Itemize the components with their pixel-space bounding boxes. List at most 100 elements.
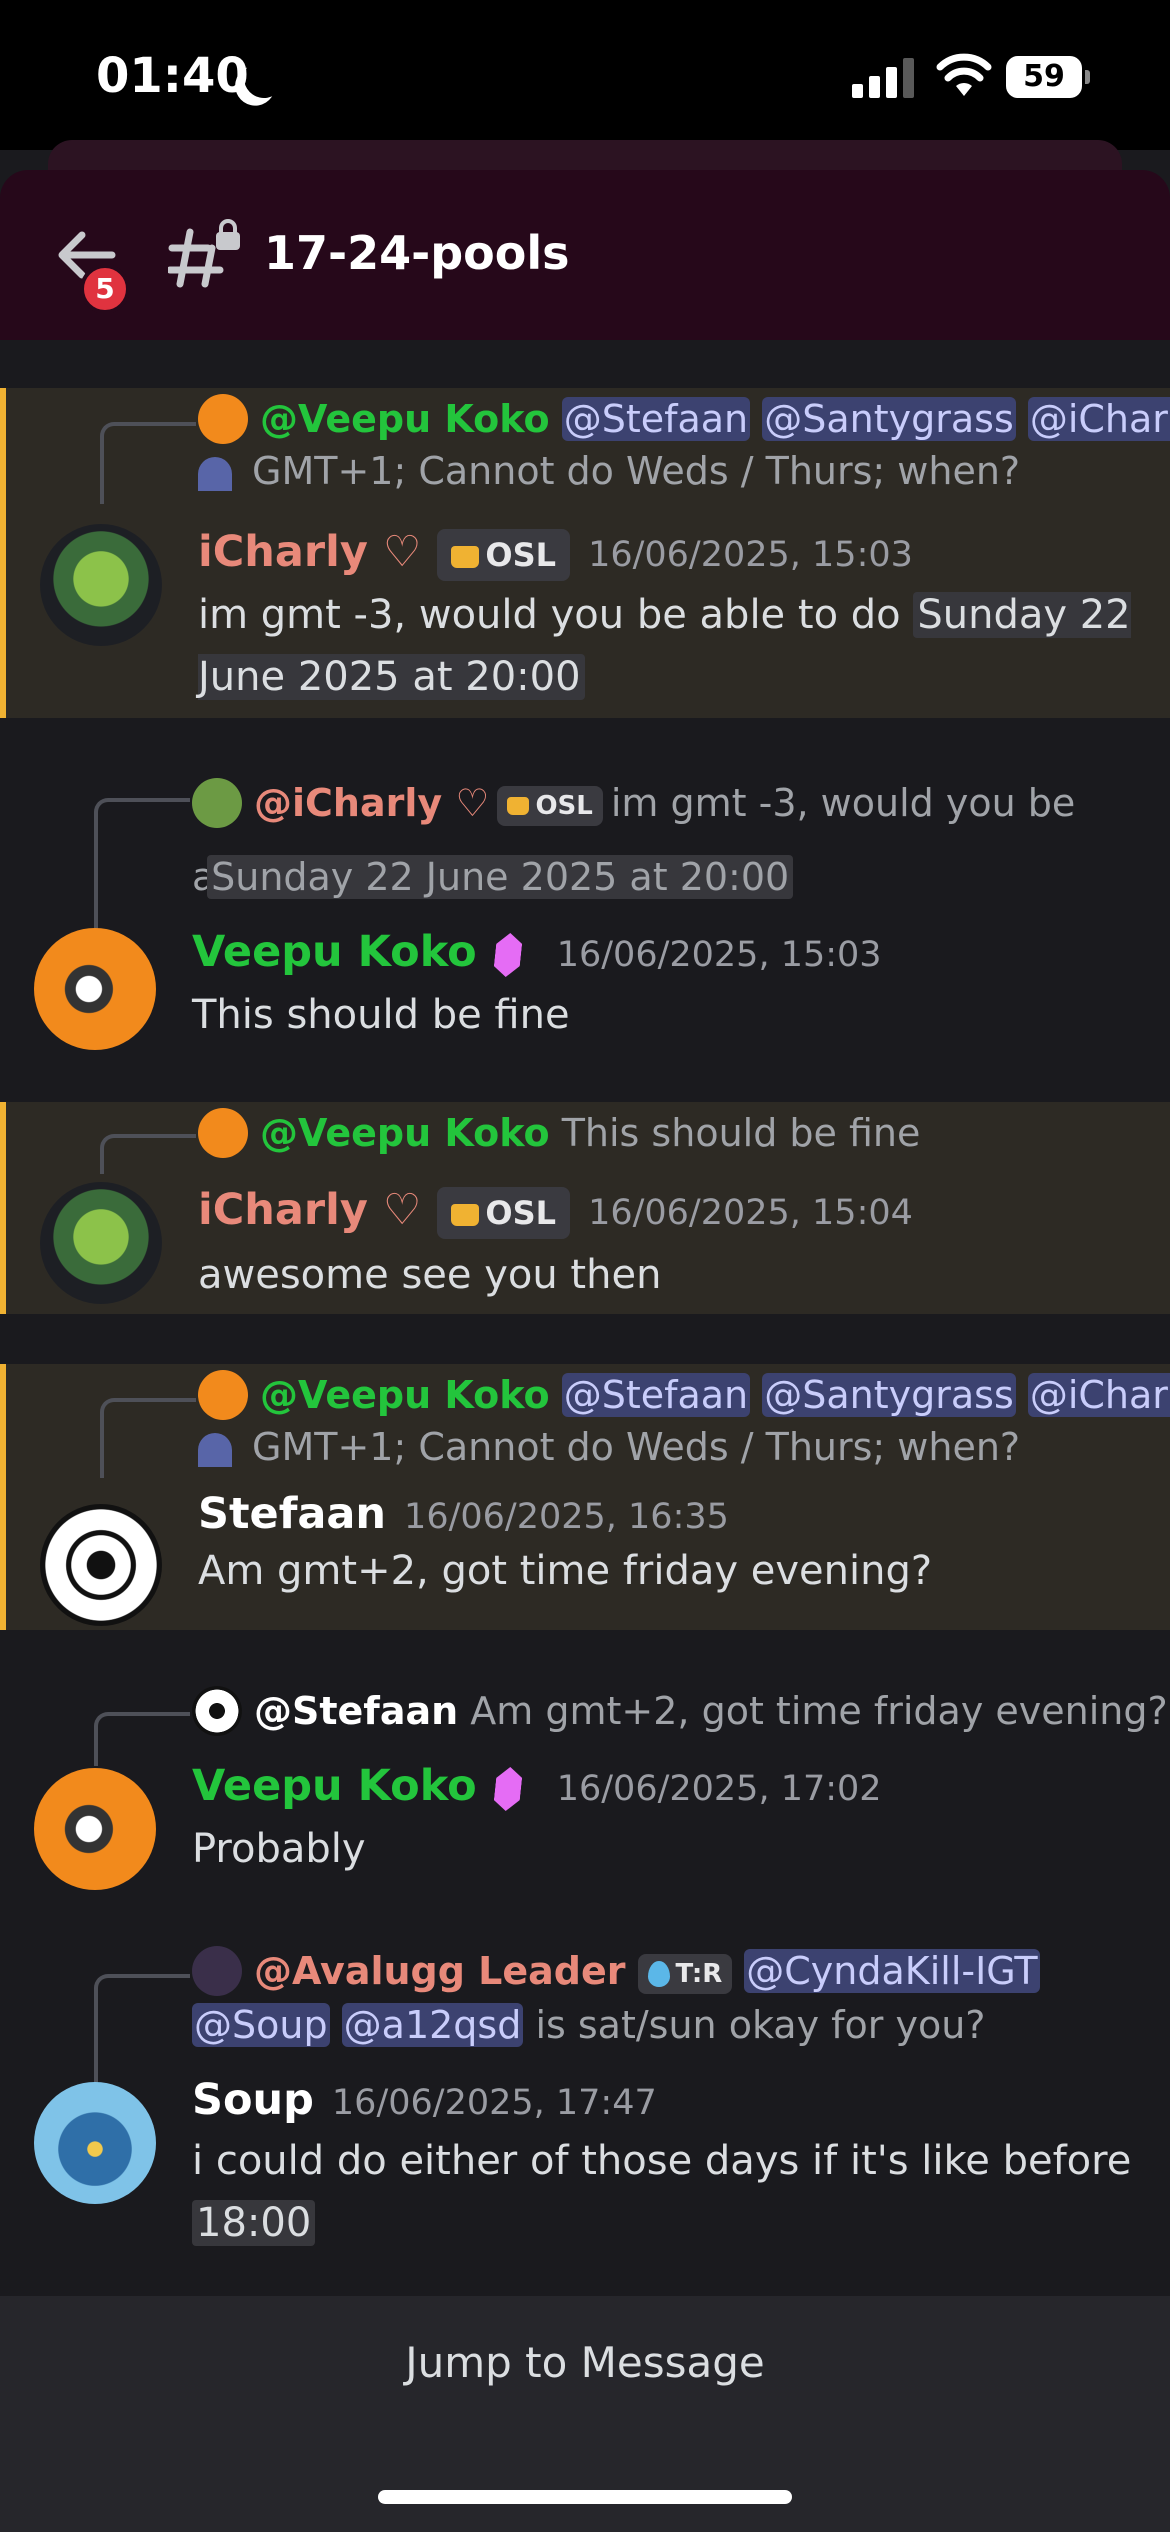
reply-preview[interactable]: @Veepu Koko This should be fine <box>198 1106 1170 1161</box>
reply-connector <box>94 1974 190 2084</box>
message-text-part: im gmt -3, would you be able to do <box>198 592 914 638</box>
mention[interactable]: @iCharly <box>1027 1373 1170 1417</box>
veepu-mini-avatar <box>198 1107 248 1158</box>
reply-preview[interactable]: @iCharly ♡OSLim gmt -3, would you be abl… <box>192 766 1134 914</box>
author-name[interactable]: Veepu Koko <box>192 927 477 977</box>
mention[interactable]: @CyndaKill-IGT <box>744 1949 1040 1993</box>
wifi-icon <box>936 53 992 96</box>
water-drop-icon <box>647 1961 670 1987</box>
channel-name: 17-24-pools <box>264 226 570 280</box>
message-item[interactable]: @Veepu Koko @Stefaan @Santygrass @iCharl… <box>0 388 1170 718</box>
mention[interactable]: @Stefaan <box>561 397 751 441</box>
timestamp: 16/06/2025, 15:04 <box>588 1193 913 1233</box>
private-channel-icon <box>168 219 240 288</box>
reply-preview-line2[interactable]: GMT+1; Cannot do Weds / Thurs; when? <box>198 444 1170 498</box>
tag-label: T:R <box>675 1958 723 1989</box>
reply-preview-line2[interactable]: @Soup @a12qsd is sat/sun okay for you? <box>192 1998 1170 2052</box>
battery-indicator: 59 <box>1006 56 1090 98</box>
message-text: Probably <box>192 1826 366 1872</box>
message-text: i could do either of those days if it's … <box>192 2130 1140 2254</box>
crown-icon <box>507 797 530 815</box>
author-name[interactable]: iCharly ♡ <box>198 527 421 577</box>
soccer-ball-avatar[interactable] <box>40 1504 162 1626</box>
reply-author[interactable]: @Avalugg Leader <box>254 1949 626 1993</box>
timestamp-mention[interactable]: 18:00 <box>192 2200 316 2246</box>
reply-connector <box>100 1398 196 1478</box>
message-author[interactable]: Veepu Koko 16/06/2025, 17:02 <box>192 1756 882 1819</box>
veepu-mini-avatar <box>198 393 248 444</box>
message-item[interactable]: @Avalugg Leader T:R @CyndaKill-IGT @Soup @… <box>0 1944 1170 2284</box>
home-indicator[interactable] <box>378 2490 792 2504</box>
reply-author[interactable]: @Veepu Koko <box>260 1373 550 1417</box>
message-text: awesome see you then <box>198 1252 662 1298</box>
status-time: 01:40 <box>96 48 249 104</box>
reply-preview[interactable]: @Veepu Koko @Stefaan @Santygrass @iCharl… <box>198 1368 1170 1423</box>
reply-author[interactable]: @Veepu Koko <box>260 397 550 441</box>
server-tag: T:R <box>637 1953 733 1994</box>
message-text: This should be fine <box>192 992 570 1038</box>
avatar[interactable] <box>40 524 162 646</box>
reply-text: GMT+1; Cannot do Weds / Thurs; when? <box>252 449 1021 493</box>
tag-label: OSL <box>485 1193 557 1232</box>
jump-to-message-button[interactable]: Jump to Message <box>0 2338 1170 2387</box>
crown-icon <box>451 1203 480 1226</box>
message-text: Am gmt+2, got time friday evening? <box>198 1548 933 1594</box>
timestamp: 16/06/2025, 15:03 <box>556 935 882 975</box>
booster-gem-icon <box>492 933 523 977</box>
piplup-avatar[interactable] <box>34 2082 156 2204</box>
reply-connector <box>100 422 196 504</box>
author-name[interactable]: Soup <box>192 2075 314 2125</box>
reply-connector <box>94 1712 190 1766</box>
message-author[interactable]: iCharly ♡ OSL 16/06/2025, 15:03 <box>198 522 913 585</box>
unread-badge: 5 <box>80 264 130 314</box>
avatar[interactable] <box>34 1768 156 1890</box>
mention[interactable]: @Soup <box>192 2003 330 2047</box>
avatar[interactable] <box>40 1182 162 1304</box>
mention[interactable]: @Santygrass <box>762 397 1016 441</box>
message-author[interactable]: Veepu Koko 16/06/2025, 15:03 <box>192 922 882 985</box>
reply-text: Am gmt+2, got time friday evening? <box>470 1689 1168 1733</box>
reply-preview[interactable]: @Veepu Koko @Stefaan @Santygrass @iCharl… <box>198 392 1170 447</box>
author-name[interactable]: iCharly ♡ <box>198 1185 421 1235</box>
server-tag: OSL <box>437 1186 571 1239</box>
message-author[interactable]: iCharly ♡ OSL 16/06/2025, 15:04 <box>198 1180 913 1243</box>
reply-author[interactable]: @Stefaan <box>254 1689 458 1733</box>
reply-preview[interactable]: @Stefaan Am gmt+2, got time friday eveni… <box>192 1684 1170 1739</box>
mention[interactable]: @iCharly <box>1027 397 1170 441</box>
heart-emoji-icon <box>198 1432 232 1467</box>
heart-emoji-icon <box>198 456 232 491</box>
message-item[interactable]: @Stefaan Am gmt+2, got time friday eveni… <box>0 1680 1170 1910</box>
message-item[interactable]: @iCharly ♡OSLim gmt -3, would you be abl… <box>0 758 1170 1078</box>
avatar[interactable] <box>34 928 156 1050</box>
message-text: im gmt -3, would you be able to do Sunda… <box>198 584 1140 708</box>
reply-preview-line2[interactable]: GMT+1; Cannot do Weds / Thurs; when? <box>198 1420 1170 1474</box>
server-tag: OSL <box>497 785 603 826</box>
message-text-part: i could do either of those days if it's … <box>192 2138 1132 2184</box>
veepu-mini-avatar <box>198 1369 248 1420</box>
tag-label: OSL <box>535 790 593 821</box>
avalugg-mini-avatar <box>192 1945 242 1996</box>
mention[interactable]: @Stefaan <box>561 1373 751 1417</box>
author-name[interactable]: Veepu Koko <box>192 1761 477 1811</box>
reply-connector <box>100 1134 196 1174</box>
message-author[interactable]: Stefaan 16/06/2025, 16:35 <box>198 1484 729 1547</box>
reply-connector <box>94 798 190 946</box>
reply-author[interactable]: @iCharly ♡ <box>254 781 489 825</box>
cellular-signal-icon <box>852 58 916 98</box>
booster-gem-icon <box>492 1767 523 1811</box>
message-item[interactable]: @Veepu Koko @Stefaan @Santygrass @iCharl… <box>0 1364 1170 1630</box>
mention[interactable]: @a12qsd <box>341 2003 524 2047</box>
author-name[interactable]: Stefaan <box>198 1489 386 1539</box>
reply-preview[interactable]: @Avalugg Leader T:R @CyndaKill-IGT <box>192 1944 1170 1999</box>
status-bar: 01:40 59 <box>0 0 1170 150</box>
reply-author[interactable]: @Veepu Koko <box>260 1111 550 1155</box>
tag-label: OSL <box>485 535 557 574</box>
mention[interactable]: @Santygrass <box>762 1373 1016 1417</box>
timestamp-mention: Sunday 22 June 2025 at 20:00 <box>207 855 794 899</box>
icharly-mini-avatar <box>192 777 242 828</box>
timestamp: 16/06/2025, 17:02 <box>556 1769 882 1809</box>
message-author[interactable]: Soup 16/06/2025, 17:47 <box>192 2070 657 2133</box>
reply-text: is sat/sun okay for you? <box>535 2003 986 2047</box>
timestamp: 16/06/2025, 16:35 <box>404 1497 729 1537</box>
message-item[interactable]: @Veepu Koko This should be fine iCharly … <box>0 1102 1170 1314</box>
